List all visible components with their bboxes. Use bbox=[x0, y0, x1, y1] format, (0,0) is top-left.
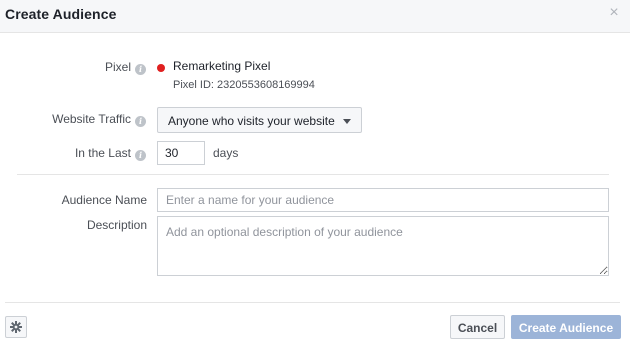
website-traffic-selected: Anyone who visits your website bbox=[168, 114, 335, 128]
close-icon[interactable]: × bbox=[607, 5, 621, 21]
footer-divider bbox=[5, 302, 620, 303]
dialog-title: Create Audience bbox=[5, 6, 117, 22]
pixel-label: Pixel bbox=[104, 60, 131, 74]
create-audience-button[interactable]: Create Audience bbox=[511, 315, 621, 339]
description-textarea[interactable] bbox=[157, 216, 609, 276]
cancel-button[interactable]: Cancel bbox=[450, 315, 505, 339]
settings-button[interactable] bbox=[5, 316, 27, 338]
audience-name-label: Audience Name bbox=[61, 193, 147, 207]
audience-name-input[interactable] bbox=[157, 188, 609, 212]
info-icon[interactable]: i bbox=[135, 116, 146, 127]
pixel-label-group: Pixel i bbox=[10, 60, 146, 75]
dialog-header: Create Audience × bbox=[0, 0, 630, 33]
in-the-last-label: In the Last bbox=[74, 146, 131, 160]
in-the-last-label-group: In the Last i bbox=[10, 146, 146, 161]
days-unit-label: days bbox=[213, 146, 239, 160]
create-audience-dialog: Create Audience × Pixel i Remarketing Pix… bbox=[0, 0, 630, 347]
description-label: Description bbox=[86, 218, 147, 232]
chevron-down-icon bbox=[343, 119, 351, 124]
website-traffic-dropdown[interactable]: Anyone who visits your website bbox=[157, 107, 362, 133]
section-divider bbox=[17, 174, 609, 175]
website-traffic-label: Website Traffic bbox=[52, 112, 131, 126]
website-traffic-label-group: Website Traffic i bbox=[10, 112, 146, 127]
info-icon[interactable]: i bbox=[135, 150, 146, 161]
info-icon[interactable]: i bbox=[135, 64, 146, 75]
pixel-name: Remarketing Pixel bbox=[173, 59, 271, 73]
pixel-id: Pixel ID: 2320553608169994 bbox=[173, 79, 315, 91]
pixel-status-icon bbox=[157, 64, 165, 72]
gear-icon bbox=[10, 321, 22, 333]
days-input[interactable] bbox=[157, 141, 205, 165]
